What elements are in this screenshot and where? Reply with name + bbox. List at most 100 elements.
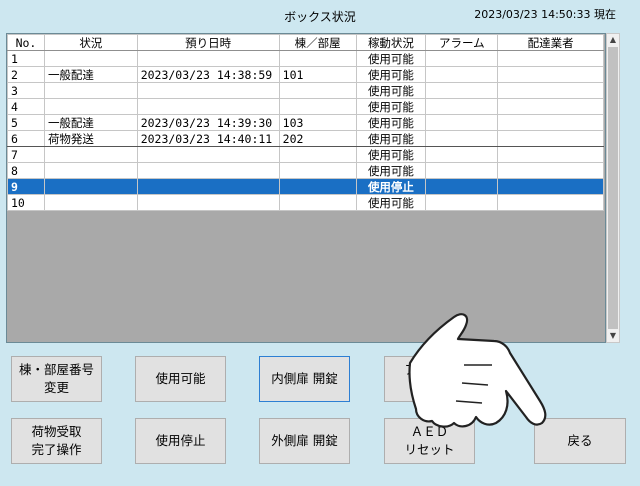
cell-room: 103	[278, 114, 357, 131]
cell-room	[278, 178, 357, 195]
table-row[interactable]: 2 一般配達 2023/03/23 14:38:59 101 使用可能	[7, 66, 604, 83]
cell-alarm	[425, 146, 499, 163]
disable-button[interactable]: 使用停止	[135, 418, 226, 464]
chevron-down-icon[interactable]: ▼	[607, 330, 619, 342]
inner-door-unlock-button[interactable]: 内側扉 開錠	[259, 356, 350, 402]
cell-operation-status: 使用可能	[355, 162, 427, 179]
table-scrollbar[interactable]: ▲ ▼	[606, 33, 620, 343]
cell-room	[278, 146, 357, 163]
cell-no: 2	[7, 66, 45, 83]
table-row[interactable]: 5 一般配達 2023/03/23 14:39:30 103 使用可能	[7, 114, 604, 131]
cell-no: 10	[7, 194, 45, 211]
back-button[interactable]: 戻る	[534, 418, 626, 464]
cell-alarm	[425, 178, 499, 195]
cell-room: 101	[278, 66, 357, 83]
cell-datetime: 2023/03/23 14:39:30	[136, 114, 280, 131]
aed-reset-button[interactable]: ＡＥＤ リセット	[384, 418, 475, 464]
cell-datetime: 2023/03/23 14:40:11	[136, 130, 280, 147]
cell-courier	[497, 162, 604, 179]
cell-operation-status: 使用可能	[355, 114, 427, 131]
cell-operation-status: 使用停止	[355, 178, 427, 195]
cell-no: 7	[7, 146, 45, 163]
scroll-thumb[interactable]	[608, 47, 618, 329]
alarm-release-button[interactable]: アラーム 解除	[384, 356, 475, 402]
cell-datetime	[136, 50, 280, 67]
cell-no: 1	[7, 50, 45, 67]
pickup-complete-button[interactable]: 荷物受取 完了操作	[11, 418, 102, 464]
cell-room: 202	[278, 130, 357, 147]
table-header-row: No. 状況 預り日時 棟／部屋 稼動状況 アラーム 配達業者	[7, 34, 604, 51]
cell-room	[278, 98, 357, 115]
cell-courier	[497, 146, 604, 163]
cell-datetime	[136, 194, 280, 211]
cell-datetime	[136, 146, 280, 163]
box-status-table-container: No. 状況 預り日時 棟／部屋 稼動状況 アラーム 配達業者 1 使用可能 2 一般…	[6, 33, 606, 343]
enable-button[interactable]: 使用可能	[135, 356, 226, 402]
table-row[interactable]: 3 使用可能	[7, 82, 604, 99]
cell-courier	[497, 130, 604, 147]
cell-status: 一般配達	[43, 66, 138, 83]
cell-status	[43, 162, 138, 179]
cell-room	[278, 194, 357, 211]
table-row[interactable]: 1 使用可能	[7, 50, 604, 67]
cell-alarm	[425, 98, 499, 115]
column-header-no[interactable]: No.	[7, 34, 45, 51]
cell-alarm	[425, 194, 499, 211]
cell-courier	[497, 194, 604, 211]
cell-alarm	[425, 82, 499, 99]
column-header-datetime[interactable]: 預り日時	[136, 34, 280, 51]
table-row[interactable]: 6 荷物発送 2023/03/23 14:40:11 202 使用可能	[7, 130, 604, 147]
cell-operation-status: 使用可能	[355, 194, 427, 211]
cell-alarm	[425, 114, 499, 131]
cell-operation-status: 使用可能	[355, 82, 427, 99]
outer-door-unlock-button[interactable]: 外側扉 開錠	[259, 418, 350, 464]
cell-status	[43, 98, 138, 115]
cell-no: 8	[7, 162, 45, 179]
cell-courier	[497, 98, 604, 115]
cell-operation-status: 使用可能	[355, 130, 427, 147]
room-change-button[interactable]: 棟・部屋番号 変更	[11, 356, 102, 402]
cell-operation-status: 使用可能	[355, 146, 427, 163]
column-header-room[interactable]: 棟／部屋	[278, 34, 357, 51]
cell-status: 一般配達	[43, 114, 138, 131]
cell-no: 9	[7, 178, 45, 195]
cell-status	[43, 178, 138, 195]
cell-no: 3	[7, 82, 45, 99]
cell-status	[43, 194, 138, 211]
cell-alarm	[425, 50, 499, 67]
column-header-courier[interactable]: 配達業者	[497, 34, 604, 51]
table-row[interactable]: 8 使用可能	[7, 162, 604, 179]
cell-datetime: 2023/03/23 14:38:59	[136, 66, 280, 83]
cell-alarm	[425, 130, 499, 147]
current-timestamp: 2023/03/23 14:50:33 現在	[474, 8, 616, 21]
cell-datetime	[136, 178, 280, 195]
cell-operation-status: 使用可能	[355, 50, 427, 67]
cell-status	[43, 50, 138, 67]
cell-status	[43, 82, 138, 99]
column-header-status[interactable]: 状況	[43, 34, 138, 51]
table-row[interactable]: 9 使用停止	[7, 178, 604, 195]
cell-room	[278, 50, 357, 67]
cell-operation-status: 使用可能	[355, 66, 427, 83]
cell-courier	[497, 66, 604, 83]
box-status-table: No. 状況 預り日時 棟／部屋 稼動状況 アラーム 配達業者 1 使用可能 2 一般…	[7, 34, 604, 211]
table-row[interactable]: 7 使用可能	[7, 146, 604, 163]
cell-datetime	[136, 82, 280, 99]
cell-courier	[497, 50, 604, 67]
table-row[interactable]: 10 使用可能	[7, 194, 604, 211]
cell-no: 5	[7, 114, 45, 131]
cell-courier	[497, 82, 604, 99]
cell-no: 4	[7, 98, 45, 115]
cell-alarm	[425, 66, 499, 83]
cell-room	[278, 82, 357, 99]
table-row[interactable]: 4 使用可能	[7, 98, 604, 115]
cell-datetime	[136, 98, 280, 115]
cell-room	[278, 162, 357, 179]
chevron-up-icon[interactable]: ▲	[607, 34, 619, 46]
cell-status: 荷物発送	[43, 130, 138, 147]
cell-no: 6	[7, 130, 45, 147]
cell-operation-status: 使用可能	[355, 98, 427, 115]
cell-courier	[497, 114, 604, 131]
column-header-alarm[interactable]: アラーム	[425, 34, 499, 51]
column-header-operation[interactable]: 稼動状況	[355, 34, 427, 51]
